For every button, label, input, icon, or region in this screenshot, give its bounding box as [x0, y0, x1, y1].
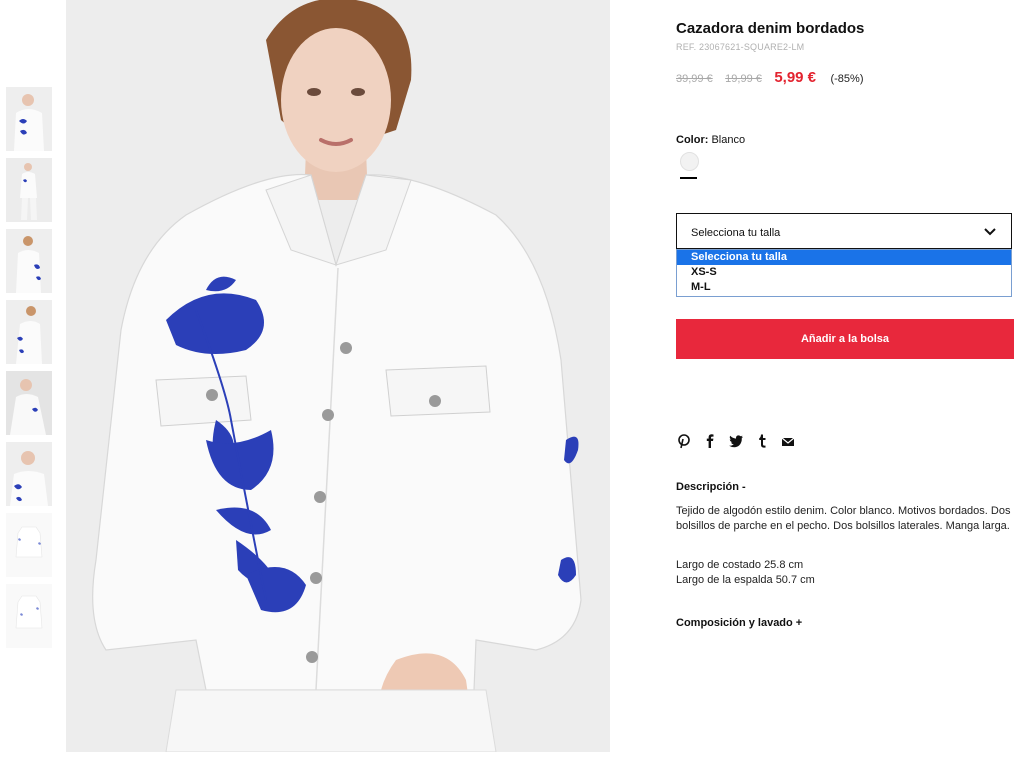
email-icon[interactable] — [780, 433, 796, 449]
pinterest-icon[interactable] — [676, 433, 692, 449]
product-title: Cazadora denim bordados — [676, 20, 865, 37]
size-option-m-l[interactable]: M-L — [677, 280, 1011, 295]
measure-side-length: Largo de costado 25.8 cm — [676, 559, 804, 571]
composition-toggle[interactable]: Composición y lavado + — [676, 617, 802, 629]
price-row: 39,99 € 19,99 € 5,99 € (-85%) — [676, 69, 864, 87]
color-label: Color: — [676, 134, 709, 146]
measure-back-length: Largo de la espalda 50.7 cm — [676, 574, 815, 586]
thumbnail-7[interactable] — [6, 513, 52, 577]
thumbnail-1[interactable] — [6, 87, 52, 151]
add-to-bag-button[interactable]: Añadir a la bolsa — [676, 319, 1014, 359]
size-option-xs-s[interactable]: XS-S — [677, 265, 1011, 280]
twitter-icon[interactable] — [728, 433, 744, 449]
size-select-label: Selecciona tu talla — [691, 227, 781, 239]
product-reference: REF. 23067621-SQUARE2-LM — [676, 42, 805, 52]
description-toggle[interactable]: Descripción - — [676, 481, 746, 493]
thumbnail-3[interactable] — [6, 229, 52, 293]
original-price: 39,99 € — [676, 73, 713, 85]
swatch-selected-indicator — [680, 177, 697, 179]
size-select[interactable]: Selecciona tu talla — [676, 213, 1012, 249]
size-option-placeholder[interactable]: Selecciona tu talla — [677, 250, 1011, 265]
description-text: Tejido de algodón estilo denim. Color bl… — [676, 504, 1014, 534]
thumbnail-6[interactable] — [6, 442, 52, 506]
thumbnail-5[interactable] — [6, 371, 52, 435]
main-product-image[interactable] — [66, 0, 610, 752]
facebook-icon[interactable] — [702, 433, 718, 449]
thumbnail-8[interactable] — [6, 584, 52, 648]
color-value: Blanco — [711, 134, 746, 146]
color-label-row: Color: Blanco — [676, 134, 745, 146]
current-price: 5,99 € — [774, 69, 817, 86]
previous-price: 19,99 € — [725, 73, 762, 85]
discount-badge: (-85%) — [830, 73, 864, 85]
chevron-down-icon — [984, 228, 996, 236]
thumbnail-2[interactable] — [6, 158, 52, 222]
description-body: Tejido de algodón estilo denim. Color bl… — [676, 505, 1011, 532]
color-swatch-blanco[interactable] — [680, 152, 699, 171]
thumbnail-4[interactable] — [6, 300, 52, 364]
size-dropdown-list: Selecciona tu talla XS-S M-L — [676, 249, 1012, 297]
tumblr-icon[interactable] — [754, 433, 770, 449]
